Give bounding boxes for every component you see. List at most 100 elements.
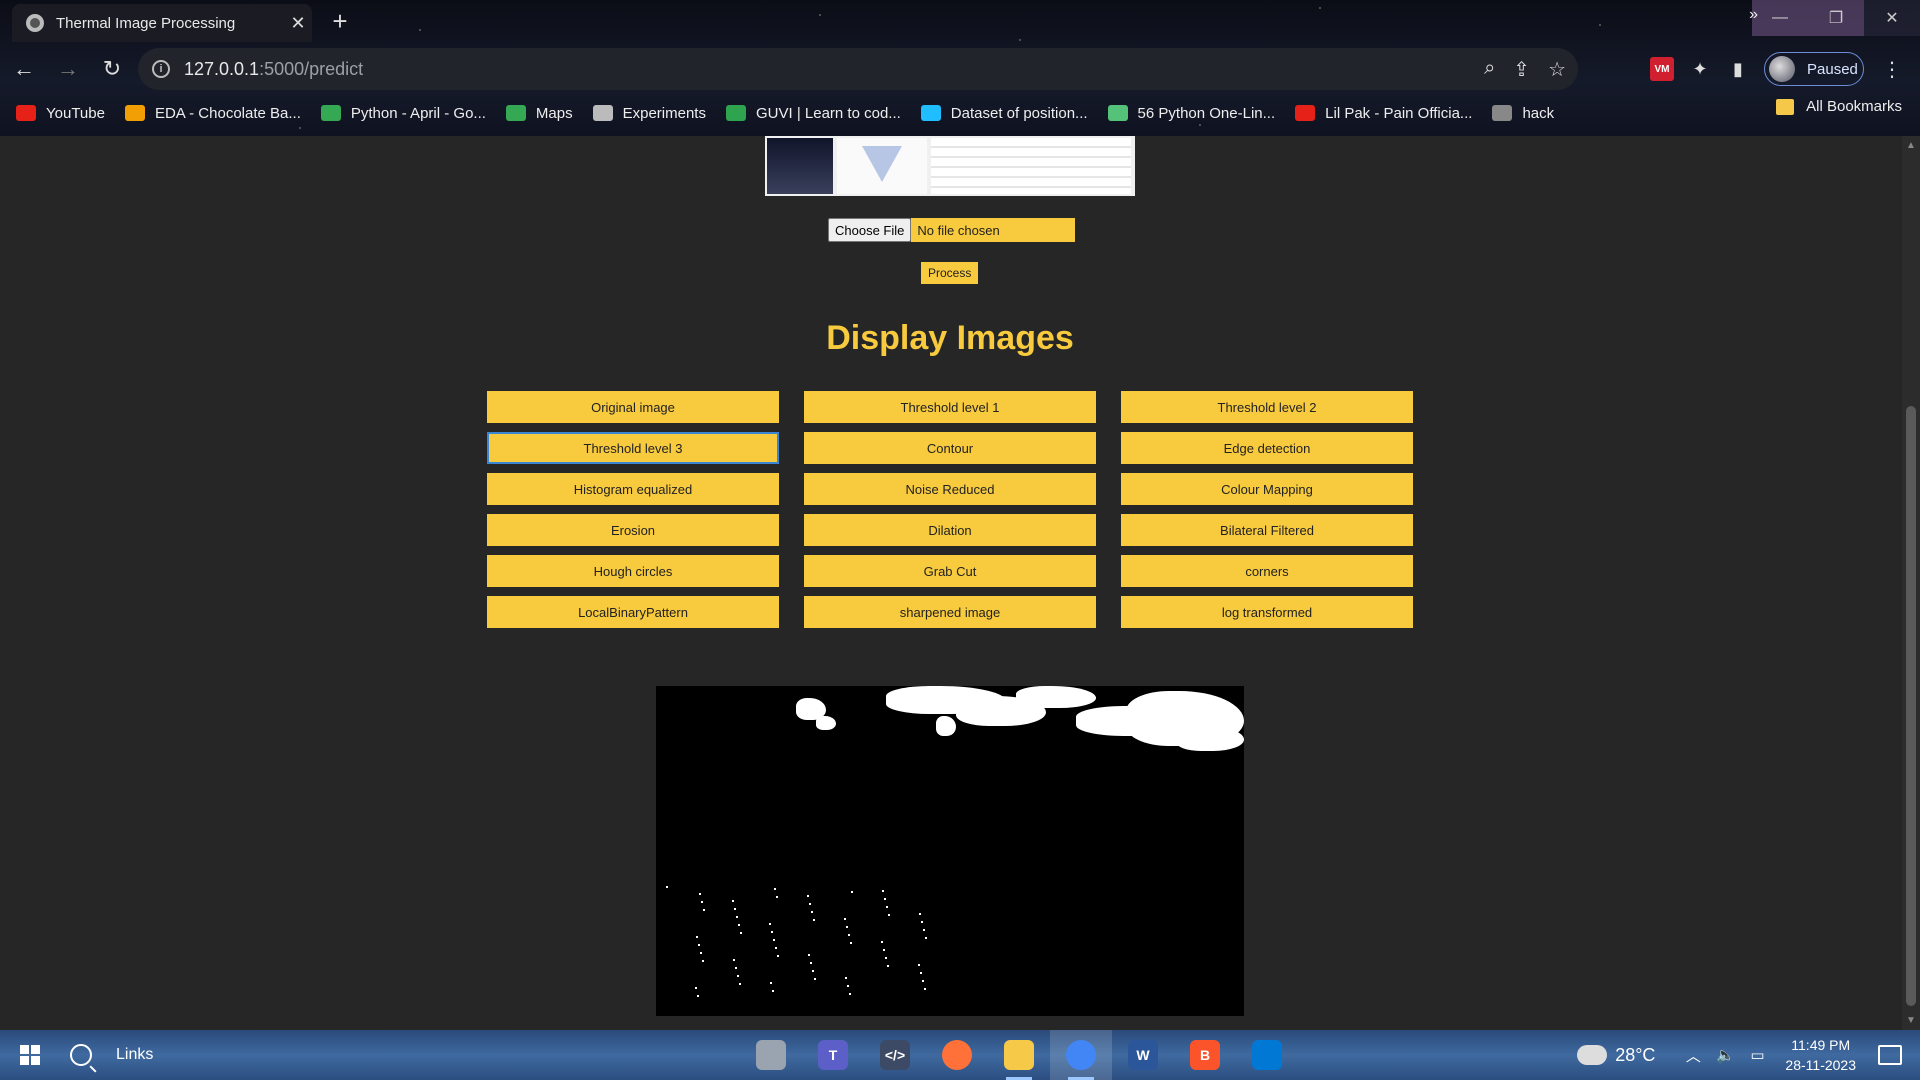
taskbar-app[interactable]: W	[1112, 1030, 1174, 1080]
bookmark-item[interactable]: Dataset of position...	[920, 105, 1088, 122]
choose-file-button[interactable]: Choose File	[828, 218, 912, 242]
image-option-button[interactable]: Original image	[487, 391, 779, 423]
bookmark-label: Experiments	[622, 104, 706, 122]
database-icon	[756, 1040, 786, 1070]
back-icon[interactable]: ←	[4, 49, 44, 89]
bookmark-item[interactable]: 56 Python One-Lin...	[1107, 105, 1275, 122]
threshold-dot	[844, 918, 846, 920]
image-option-button[interactable]: log transformed	[1121, 596, 1413, 628]
file-input[interactable]: Choose File No file chosen	[828, 218, 1076, 242]
new-tab-button[interactable]: +	[325, 6, 355, 37]
clock[interactable]: 11:49 PM 28-11-2023	[1785, 1035, 1856, 1075]
start-button[interactable]	[0, 1030, 60, 1080]
process-button[interactable]: Process	[921, 262, 979, 284]
taskbar-app[interactable]	[988, 1030, 1050, 1080]
share-icon[interactable]: ⇪	[1513, 57, 1530, 82]
close-icon[interactable]: ✕	[284, 13, 312, 34]
threshold-dot	[703, 909, 705, 911]
taskbar-app[interactable]: B	[1174, 1030, 1236, 1080]
image-option-button[interactable]: corners	[1121, 555, 1413, 587]
taskbar-app[interactable]	[926, 1030, 988, 1080]
bookmark-item[interactable]: EDA - Chocolate Ba...	[124, 105, 301, 122]
scrollbar[interactable]: ▲ ▼	[1902, 136, 1920, 1030]
profile-button[interactable]: Paused	[1764, 52, 1864, 86]
threshold-dot	[885, 957, 887, 959]
threshold-dot	[921, 921, 923, 923]
window-close-button[interactable]: ✕	[1864, 0, 1920, 36]
forward-icon[interactable]: →	[48, 49, 88, 89]
threshold-dot	[919, 913, 921, 915]
taskbar-app[interactable]: T	[802, 1030, 864, 1080]
word-icon: W	[1128, 1040, 1158, 1070]
scrollbar-thumb[interactable]	[1906, 406, 1916, 1006]
co-icon	[124, 105, 145, 121]
bookmarks-overflow-button[interactable]: »	[1749, 6, 1758, 24]
bookmarks-bar: YouTube EDA - Chocolate Ba... Python - Apr…	[0, 96, 1920, 130]
vm-extension-icon[interactable]: VM	[1650, 57, 1674, 81]
image-option-button[interactable]: Threshold level 2	[1121, 391, 1413, 423]
threshold-dot	[813, 919, 815, 921]
minimize-button[interactable]: —	[1752, 0, 1808, 36]
bookmark-item[interactable]: GUVI | Learn to cod...	[725, 104, 901, 122]
threshold-dot	[884, 898, 886, 900]
bookmark-item[interactable]: Maps	[505, 105, 573, 122]
bookmark-item[interactable]: hack	[1492, 105, 1554, 122]
restore-button[interactable]: ❐	[1808, 0, 1864, 36]
image-option-button[interactable]: Contour	[804, 432, 1096, 464]
bookmark-item[interactable]: Lil Pak - Pain Officia...	[1295, 105, 1472, 122]
image-option-button[interactable]: Dilation	[804, 514, 1096, 546]
threshold-blob	[1176, 726, 1244, 751]
puzzle-icon[interactable]: ✦	[1688, 57, 1712, 81]
weather-widget[interactable]: 28°C	[1573, 1039, 1655, 1066]
bookmark-label: GUVI | Learn to cod...	[755, 104, 901, 122]
chevron-up-icon[interactable]: ︿	[1681, 1045, 1705, 1066]
image-option-button[interactable]: Colour Mapping	[1121, 473, 1413, 505]
site-info-icon[interactable]: i	[152, 60, 170, 78]
taskbar-app[interactable]	[740, 1030, 802, 1080]
image-option-button[interactable]: Edge detection	[1121, 432, 1413, 464]
address-bar[interactable]: i 127.0.0.1:5000/predict ⌕ ⇪ ☆	[138, 48, 1578, 90]
taskbar-app[interactable]: </>	[864, 1030, 926, 1080]
image-option-button[interactable]: sharpened image	[804, 596, 1096, 628]
taskbar-app[interactable]	[1050, 1030, 1112, 1080]
globe-icon	[26, 14, 44, 32]
threshold-dot	[697, 995, 699, 997]
image-option-button[interactable]: Threshold level 3	[487, 432, 779, 464]
taskbar-app[interactable]	[1236, 1030, 1298, 1080]
active-tab[interactable]: Thermal Image Processing ✕	[12, 4, 312, 42]
all-bookmarks-button[interactable]: All Bookmarks	[1776, 98, 1902, 115]
network-icon[interactable]: ▭	[1745, 1046, 1769, 1064]
image-option-button[interactable]: LocalBinaryPattern	[487, 596, 779, 628]
threshold-dot	[920, 972, 922, 974]
devtools-icon: </>	[880, 1040, 910, 1070]
image-option-button[interactable]: Threshold level 1	[804, 391, 1096, 423]
notification-icon[interactable]	[1878, 1045, 1902, 1065]
volume-icon[interactable]: 🔈	[1713, 1046, 1737, 1064]
bookmark-item[interactable]: Python - April - Go...	[320, 105, 486, 122]
threshold-dot	[846, 926, 848, 928]
zoom-icon[interactable]: ⌕	[1484, 57, 1495, 82]
scroll-down-icon[interactable]: ▼	[1905, 1015, 1917, 1026]
scroll-up-icon[interactable]: ▲	[1905, 140, 1917, 151]
threshold-dot	[849, 993, 851, 995]
explorer-icon	[1004, 1040, 1034, 1070]
bookmark-item[interactable]: Experiments	[592, 104, 706, 122]
image-option-button[interactable]: Hough circles	[487, 555, 779, 587]
side-panel-icon[interactable]: ▮	[1726, 57, 1750, 81]
menu-icon[interactable]: ⋮	[1882, 57, 1902, 82]
image-option-button[interactable]: Bilateral Filtered	[1121, 514, 1413, 546]
image-option-button[interactable]: Erosion	[487, 514, 779, 546]
image-option-button[interactable]: Grab Cut	[804, 555, 1096, 587]
preview-image	[765, 136, 1135, 196]
threshold-dot	[808, 954, 810, 956]
image-option-button[interactable]: Histogram equalized	[487, 473, 779, 505]
threshold-dot	[886, 906, 888, 908]
star-icon[interactable]: ☆	[1548, 57, 1566, 82]
avatar	[1769, 56, 1795, 82]
taskbar-search[interactable]: Links	[70, 1044, 153, 1066]
threshold-dot	[773, 939, 775, 941]
windows-icon	[20, 1045, 40, 1065]
image-option-button[interactable]: Noise Reduced	[804, 473, 1096, 505]
bookmark-item[interactable]: YouTube	[16, 105, 105, 122]
reload-icon[interactable]: ↻	[92, 49, 132, 89]
